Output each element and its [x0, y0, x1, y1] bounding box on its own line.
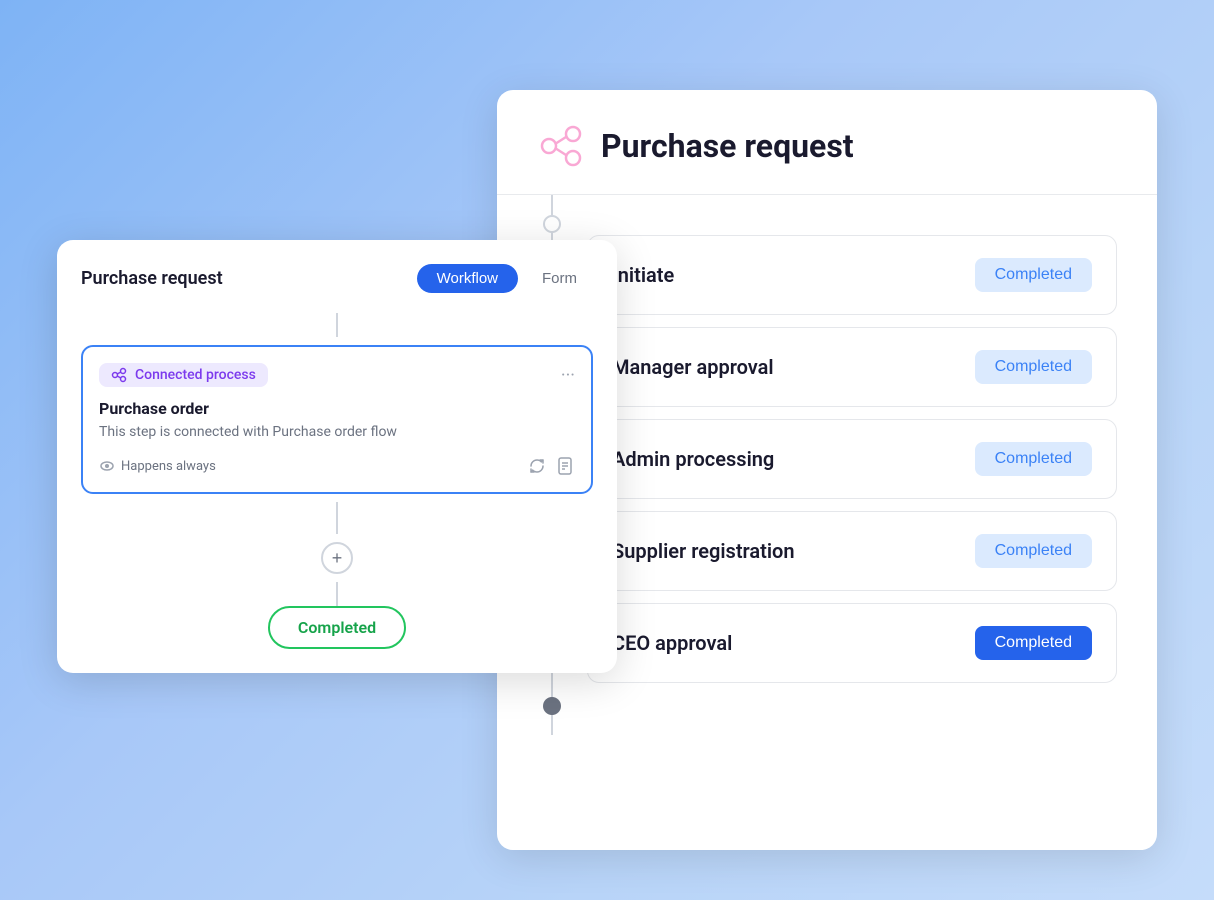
- timeline: Initiate Completed Manager approval Comp…: [537, 195, 1117, 735]
- timeline-item-label-admin: Admin processing: [612, 447, 774, 471]
- timeline-items: Initiate Completed Manager approval Comp…: [587, 215, 1117, 715]
- connector-bottom: + Completed: [81, 502, 593, 649]
- timeline-item-supplier-registration: Supplier registration Completed: [587, 511, 1117, 591]
- card-title: Purchase order: [99, 399, 575, 418]
- completed-badge-admin[interactable]: Completed: [975, 442, 1092, 476]
- connected-process-card: Connected process ··· Purchase order Thi…: [81, 345, 593, 494]
- timeline-item-admin-processing: Admin processing Completed: [587, 419, 1117, 499]
- add-step-button[interactable]: +: [321, 542, 353, 574]
- connector-line-bottom2: [336, 582, 338, 606]
- happens-always: Happens always: [99, 458, 216, 474]
- refresh-icon[interactable]: [527, 456, 547, 476]
- tabs: Workflow Form: [417, 264, 593, 293]
- timeline-item-manager-approval: Manager approval Completed: [587, 327, 1117, 407]
- left-panel-header: Purchase request Workflow Form: [81, 264, 593, 293]
- completed-pill[interactable]: Completed: [268, 606, 406, 649]
- connector-line-bottom: [336, 502, 338, 534]
- eye-icon: [99, 458, 115, 474]
- card-footer-icons: [527, 456, 575, 476]
- left-panel-title: Purchase request: [81, 268, 223, 289]
- connected-process-badge-text: Connected process: [135, 367, 256, 383]
- timeline-dot-top: [543, 215, 561, 233]
- card-footer: Happens always: [99, 456, 575, 476]
- tab-workflow[interactable]: Workflow: [417, 264, 518, 293]
- more-options-button[interactable]: ···: [561, 365, 575, 386]
- completed-badge-ceo[interactable]: Completed: [975, 626, 1092, 660]
- timeline-item-label-initiate: Initiate: [612, 263, 674, 287]
- connected-process-badge: Connected process: [99, 363, 268, 387]
- timeline-item-initiate: Initiate Completed: [587, 235, 1117, 315]
- card-header: Connected process ···: [99, 363, 575, 387]
- happens-always-label: Happens always: [121, 459, 216, 474]
- card-description: This step is connected with Purchase ord…: [99, 424, 575, 440]
- timeline-item-label-manager: Manager approval: [612, 355, 774, 379]
- connected-process-icon: [111, 367, 127, 383]
- left-panel: Purchase request Workflow Form: [57, 240, 617, 673]
- completed-badge-manager[interactable]: Completed: [975, 350, 1092, 384]
- timeline-item-ceo-approval: CEO approval Completed: [587, 603, 1117, 683]
- timeline-item-label-supplier: Supplier registration: [612, 539, 795, 563]
- workflow-connector-top: [81, 313, 593, 337]
- workflow-icon: [537, 122, 585, 170]
- completed-badge-supplier[interactable]: Completed: [975, 534, 1092, 568]
- timeline-dot-bottom: [543, 697, 561, 715]
- document-icon[interactable]: [555, 456, 575, 476]
- page-title: Purchase request: [601, 127, 854, 165]
- tab-form[interactable]: Form: [526, 264, 593, 293]
- timeline-item-label-ceo: CEO approval: [612, 631, 732, 655]
- completed-badge-initiate[interactable]: Completed: [975, 258, 1092, 292]
- right-panel-header: Purchase request: [497, 90, 1157, 195]
- connector-line-top: [336, 313, 338, 337]
